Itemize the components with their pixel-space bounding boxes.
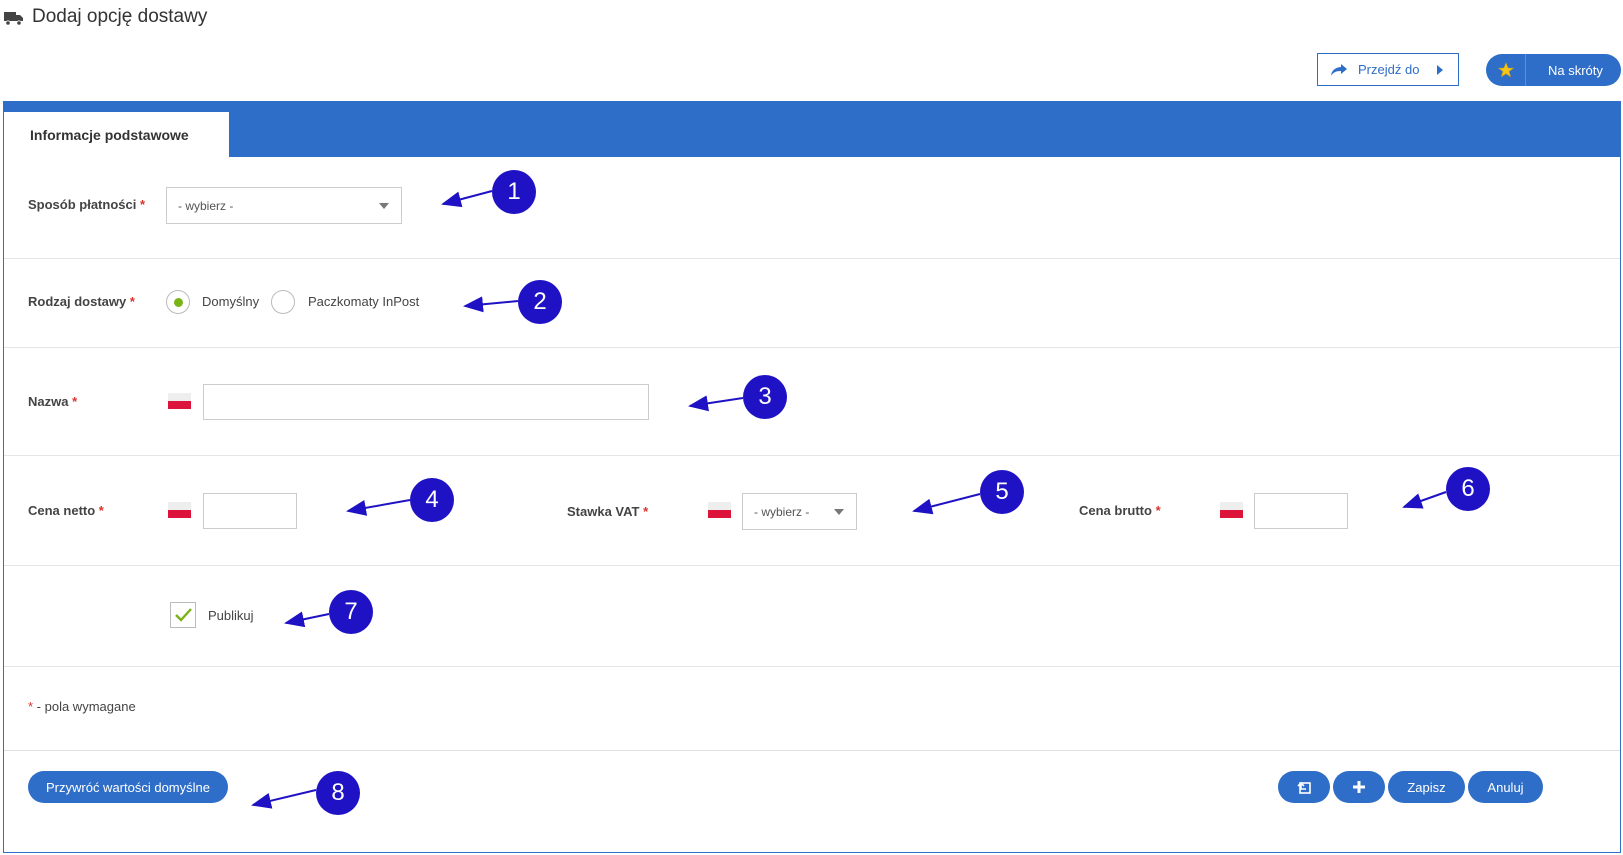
payment-method-value: - wybierz - <box>178 198 234 213</box>
gross-price-label: Cena brutto * <box>1079 503 1161 518</box>
publish-checkbox[interactable] <box>170 602 196 628</box>
back-to-list-button[interactable] <box>1278 771 1330 803</box>
goto-label: Przejdź do <box>1358 62 1420 77</box>
poland-flag-icon <box>1220 502 1243 518</box>
form-panel: Informacje podstawowe Sposób płatności *… <box>3 101 1621 853</box>
share-icon <box>1331 63 1347 76</box>
page-title: Dodaj opcję dostawy <box>32 6 208 27</box>
caret-right-icon <box>1437 64 1444 75</box>
tab-basic-info[interactable]: Informacje podstawowe <box>4 112 229 157</box>
goto-button[interactable]: Przejdź do <box>1317 53 1459 86</box>
row-delivery-type: Rodzaj dostawy * Domyślny Paczkomaty InP… <box>4 259 1620 348</box>
name-label: Nazwa * <box>28 394 78 409</box>
chevron-down-icon <box>379 202 389 209</box>
callout-1: 1 <box>492 170 536 214</box>
payment-method-label: Sposób płatności * <box>28 197 146 212</box>
poland-flag-icon <box>168 502 191 518</box>
poland-flag-icon <box>708 502 731 518</box>
radio-default-label: Domyślny <box>202 294 260 309</box>
net-price-input[interactable] <box>203 493 297 529</box>
checkmark-icon <box>175 608 192 622</box>
row-prices: Cena netto * Stawka VAT * - wybierz - Ce… <box>4 456 1620 566</box>
footer-divider <box>4 750 1620 751</box>
save-button[interactable]: Zapisz <box>1388 771 1465 803</box>
gross-price-input[interactable] <box>1254 493 1348 529</box>
radio-inpost-label: Paczkomaty InPost <box>308 294 420 309</box>
required-legend: * - pola wymagane <box>28 699 136 714</box>
vat-rate-value: - wybierz - <box>754 504 810 519</box>
cancel-button[interactable]: Anuluj <box>1468 771 1543 803</box>
row-publish: Publikuj <box>4 566 1620 667</box>
restore-defaults-button[interactable]: Przywróć wartości domyślne <box>28 771 228 803</box>
radio-inpost[interactable] <box>271 290 295 314</box>
payment-method-select[interactable]: - wybierz - <box>166 187 402 224</box>
shortcut-label: Na skróty <box>1548 62 1603 78</box>
poland-flag-icon <box>168 393 191 409</box>
vat-rate-select[interactable]: - wybierz - <box>742 493 857 530</box>
star-icon <box>1497 62 1514 78</box>
row-name: Nazwa * <box>4 348 1620 456</box>
net-price-label: Cena netto * <box>28 503 104 518</box>
plus-icon <box>1353 781 1365 793</box>
row-payment-method: Sposób płatności * - wybierz - <box>4 157 1620 259</box>
chevron-down-icon <box>834 508 844 515</box>
name-input[interactable] <box>203 384 649 420</box>
callout-3: 3 <box>743 375 787 419</box>
tab-bar: Informacje podstawowe <box>4 102 1620 157</box>
vat-rate-label: Stawka VAT * <box>567 504 649 519</box>
radio-default[interactable] <box>166 290 190 314</box>
shortcut-button[interactable]: Na skróty <box>1486 54 1621 86</box>
add-new-button[interactable] <box>1333 771 1385 803</box>
callout-4: 4 <box>410 478 454 522</box>
truck-icon <box>4 12 23 26</box>
callout-6: 6 <box>1446 467 1490 511</box>
return-icon <box>1297 781 1311 794</box>
callout-5: 5 <box>980 470 1024 514</box>
callout-2: 2 <box>518 280 562 324</box>
callout-7: 7 <box>329 590 373 634</box>
callout-8: 8 <box>316 771 360 815</box>
publish-label: Publikuj <box>208 608 254 623</box>
delivery-type-label: Rodzaj dostawy * <box>28 294 135 309</box>
